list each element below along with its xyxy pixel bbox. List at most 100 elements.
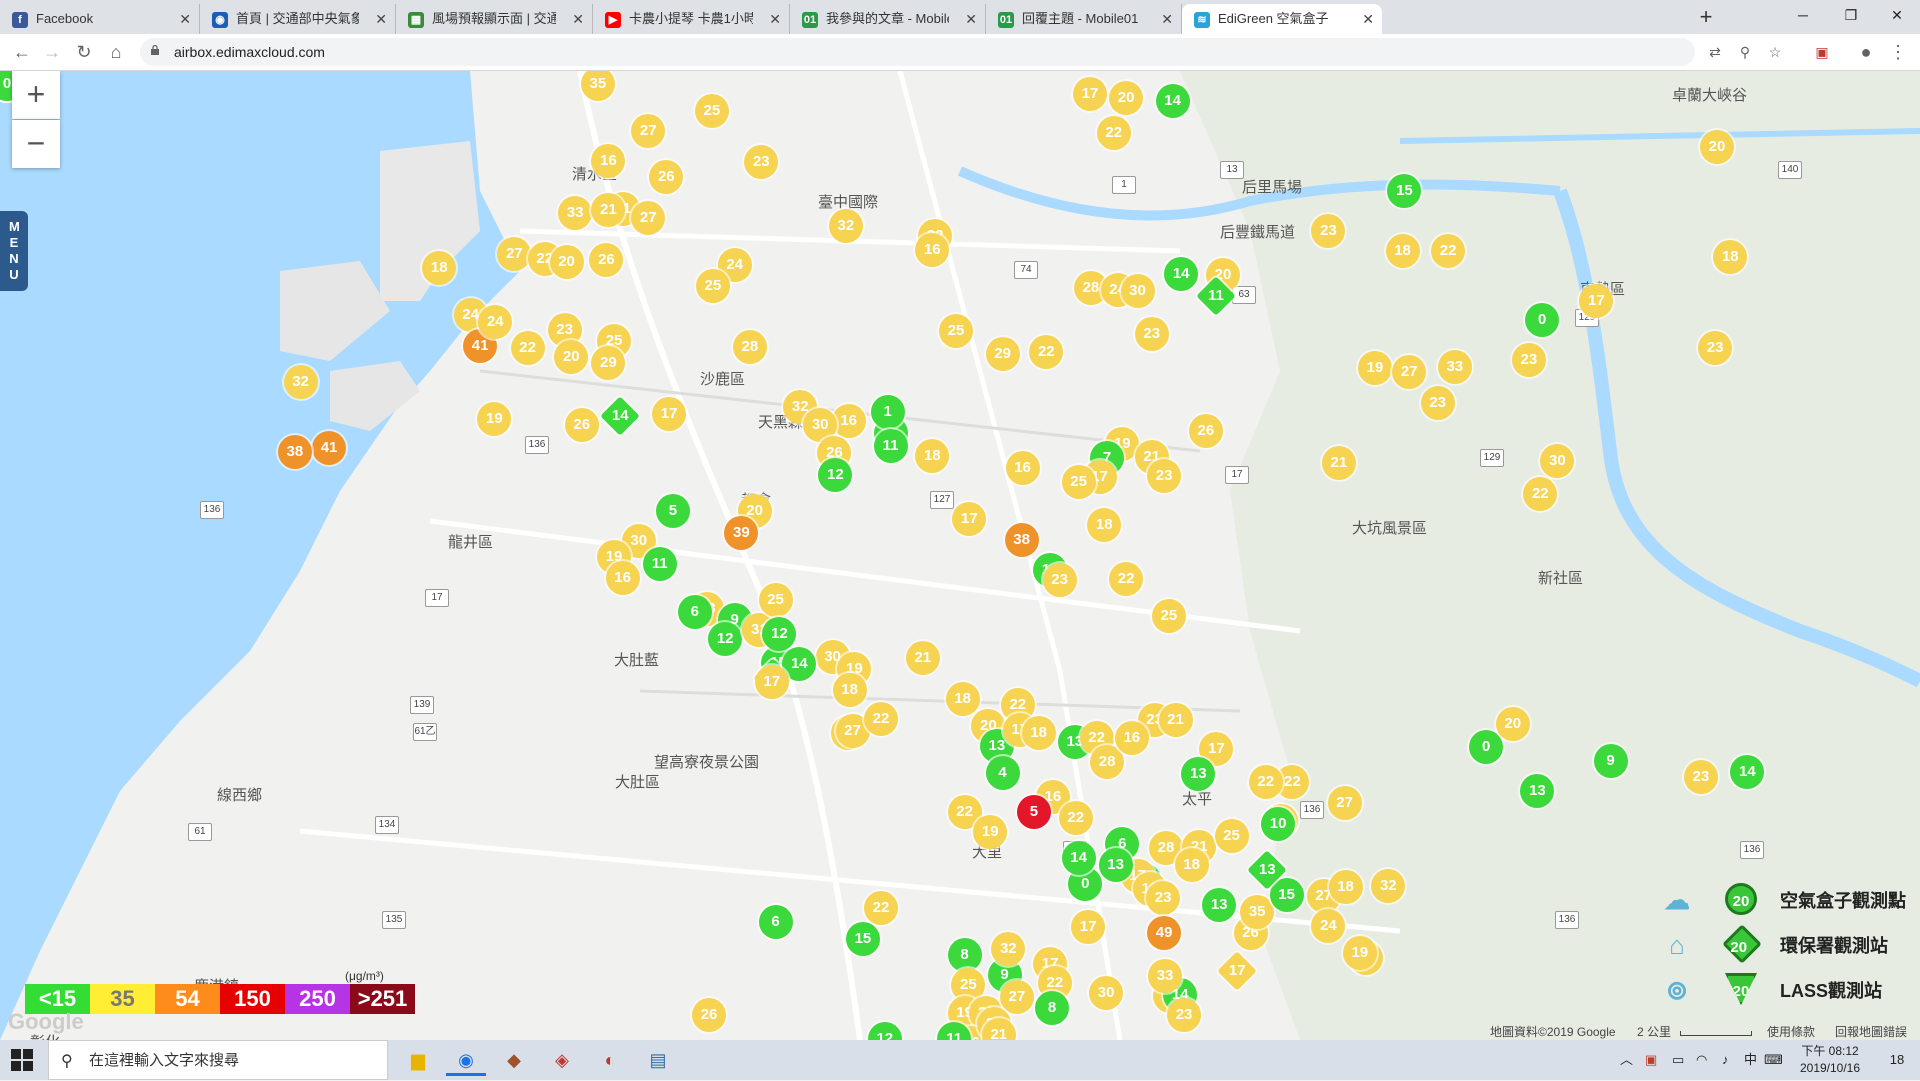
airbox-marker[interactable]: 12 — [708, 621, 743, 656]
taskbar-clock[interactable]: 下午 08:12 2019/10/16 — [1790, 1043, 1870, 1077]
app-icon-4[interactable]: ▤ — [638, 1044, 678, 1076]
airbox-marker[interactable]: 14 — [1730, 754, 1765, 789]
airbox-marker[interactable]: 16 — [1114, 720, 1149, 755]
tab-close-icon[interactable]: ✕ — [965, 4, 977, 34]
airbox-marker[interactable]: 33 — [1437, 350, 1472, 385]
tab-6[interactable]: 01 回覆主題 - Mobile01 ✕ — [986, 4, 1182, 34]
translate-icon[interactable]: ⇄ — [1705, 42, 1725, 62]
airbox-marker[interactable]: 16 — [605, 560, 640, 595]
tab-3[interactable]: ▦ 風場預報顯示面 | 交通部中央氣象局 ✕ — [396, 4, 593, 34]
airbox-marker[interactable]: 24 — [478, 304, 513, 339]
airbox-marker[interactable]: 13 — [1181, 756, 1216, 791]
airbox-marker[interactable]: 21 — [1321, 446, 1356, 481]
airbox-marker[interactable]: 17 — [952, 501, 987, 536]
tab-close-icon[interactable]: ✕ — [572, 4, 584, 34]
airbox-marker[interactable]: 14 — [1061, 841, 1096, 876]
airbox-marker[interactable]: 1 — [870, 394, 905, 429]
airbox-marker[interactable]: 17 — [652, 396, 687, 431]
airbox-marker[interactable]: 22 — [1058, 801, 1093, 836]
airbox-marker[interactable]: 17 — [1071, 909, 1106, 944]
airbox-marker[interactable]: 29 — [985, 336, 1020, 371]
airbox-marker[interactable]: 15 — [1387, 173, 1422, 208]
reload-button[interactable]: ↻ — [70, 38, 98, 66]
airbox-marker[interactable]: 20 — [549, 244, 584, 279]
chrome-icon[interactable]: ◉ — [446, 1044, 486, 1076]
airbox-marker[interactable]: 23 — [1146, 880, 1181, 915]
airbox-marker[interactable]: 25 — [694, 94, 729, 129]
zoom-in-button[interactable]: + — [12, 71, 60, 119]
airbox-marker[interactable]: 11 — [873, 428, 908, 463]
airbox-marker[interactable]: 41 — [312, 430, 347, 465]
zoom-out-button[interactable]: − — [12, 120, 60, 168]
airbox-marker[interactable]: 17 — [1073, 76, 1107, 111]
bookmark-star-icon[interactable]: ☆ — [1765, 42, 1785, 62]
airbox-marker[interactable]: 22 — [1109, 561, 1144, 596]
airbox-marker[interactable]: 18 — [832, 673, 867, 708]
profile-icon[interactable]: ● — [1852, 38, 1880, 66]
airbox-marker[interactable]: 11 — [642, 547, 677, 582]
airbox-marker[interactable]: 25 — [695, 268, 730, 303]
airbox-marker[interactable]: 25 — [1061, 464, 1096, 499]
airbox-marker[interactable]: 22 — [1096, 115, 1131, 150]
app-icon-2[interactable]: ◈ — [542, 1044, 582, 1076]
tab-1[interactable]: f Facebook ✕ — [0, 4, 200, 34]
menu-tab-button[interactable]: MENU — [0, 211, 28, 291]
airbox-marker[interactable]: 23 — [1420, 386, 1455, 421]
airbox-marker[interactable]: 28 — [732, 329, 767, 364]
tray-keyboard-icon[interactable]: ⌨ — [1764, 1040, 1783, 1080]
airbox-marker[interactable]: 25 — [758, 583, 793, 618]
tab-close-icon[interactable]: ✕ — [179, 4, 191, 34]
tray-battery-icon[interactable]: ▭ — [1672, 1040, 1684, 1080]
new-tab-button[interactable]: + — [1692, 4, 1720, 32]
air-quality-map[interactable]: 清水區沙鹿區龍井區大肚區線西鄉都會后里馬場后豐鐵馬道東勢區卓蘭大峽谷新社區大坑風… — [0, 71, 1920, 1040]
close-window-button[interactable]: ✕ — [1874, 0, 1920, 30]
airbox-marker[interactable]: 25 — [1214, 818, 1249, 853]
address-bar[interactable]: airbox.edimaxcloud.com ⇄ ⚲ ☆ — [140, 38, 1781, 66]
airbox-marker[interactable]: 23 — [1683, 759, 1718, 794]
airbox-marker[interactable]: 27 — [1327, 785, 1362, 820]
airbox-marker[interactable]: 19 — [477, 401, 512, 436]
tray-ime-label[interactable]: 中 — [1744, 1040, 1757, 1080]
report-error-link[interactable]: 回報地圖錯誤 — [1835, 1023, 1907, 1040]
airbox-marker[interactable]: 27 — [631, 113, 666, 148]
airbox-marker[interactable]: 23 — [1134, 317, 1169, 352]
airbox-marker[interactable]: 23 — [744, 144, 779, 179]
airbox-marker[interactable]: 19 — [1342, 936, 1377, 971]
tray-network-icon[interactable]: ◠ — [1696, 1040, 1707, 1080]
airbox-marker[interactable]: 19 — [1358, 351, 1392, 386]
tab-close-icon[interactable]: ✕ — [375, 4, 387, 34]
home-button[interactable]: ⌂ — [102, 38, 130, 66]
airbox-marker[interactable]: 4 — [985, 755, 1020, 790]
airbox-marker[interactable]: 25 — [1151, 598, 1186, 633]
airbox-marker[interactable]: 20 — [554, 339, 589, 374]
airbox-marker[interactable]: 30 — [1120, 273, 1155, 308]
airbox-marker[interactable]: 9 — [1593, 744, 1628, 779]
tab-4[interactable]: ▶ 卡農小提琴 卡農1小時 卡農(✕ — [593, 4, 790, 34]
airbox-marker[interactable]: 8 — [947, 938, 982, 973]
tray-chevron-icon[interactable]: ︿ — [1620, 1040, 1633, 1080]
airbox-marker[interactable]: 13 — [1202, 887, 1237, 922]
airbox-marker[interactable]: 22 — [510, 330, 545, 365]
zoom-icon[interactable]: ⚲ — [1735, 42, 1755, 62]
tray-volume-icon[interactable]: ♪ — [1722, 1040, 1729, 1080]
notification-center-icon[interactable]: 18 — [1882, 1040, 1912, 1080]
app-icon-1[interactable]: ◆ — [494, 1044, 534, 1076]
airbox-marker[interactable]: 16 — [915, 232, 950, 267]
tab-2[interactable]: ◉ 首頁 | 交通部中央氣象局 ✕ — [200, 4, 396, 34]
forward-button[interactable]: → — [38, 38, 66, 66]
airbox-marker[interactable]: 6 — [677, 594, 712, 629]
extension-icon[interactable]: ▣ — [1808, 38, 1836, 66]
airbox-marker[interactable]: 38 — [1004, 522, 1039, 557]
airbox-marker[interactable]: 16 — [1005, 451, 1040, 486]
restore-button[interactable]: ❐ — [1828, 0, 1874, 30]
tab-close-icon[interactable]: ✕ — [769, 4, 781, 34]
menu-kebab-icon[interactable]: ⋮ — [1884, 38, 1912, 66]
airbox-marker[interactable]: 22 — [1248, 765, 1283, 800]
taskbar-search-box[interactable]: ⚲ 在這裡輸入文字來搜尋 — [48, 1040, 388, 1080]
tab-5[interactable]: 01 我參與的文章 - Mobile01 ✕ — [790, 4, 986, 34]
airbox-marker[interactable]: 23 — [1698, 330, 1733, 365]
airbox-marker[interactable]: 28 — [1090, 745, 1125, 780]
airbox-marker[interactable]: 20 — [1109, 80, 1144, 115]
windows-start-icon[interactable] — [10, 1048, 34, 1072]
terms-link[interactable]: 使用條款 — [1767, 1023, 1815, 1040]
